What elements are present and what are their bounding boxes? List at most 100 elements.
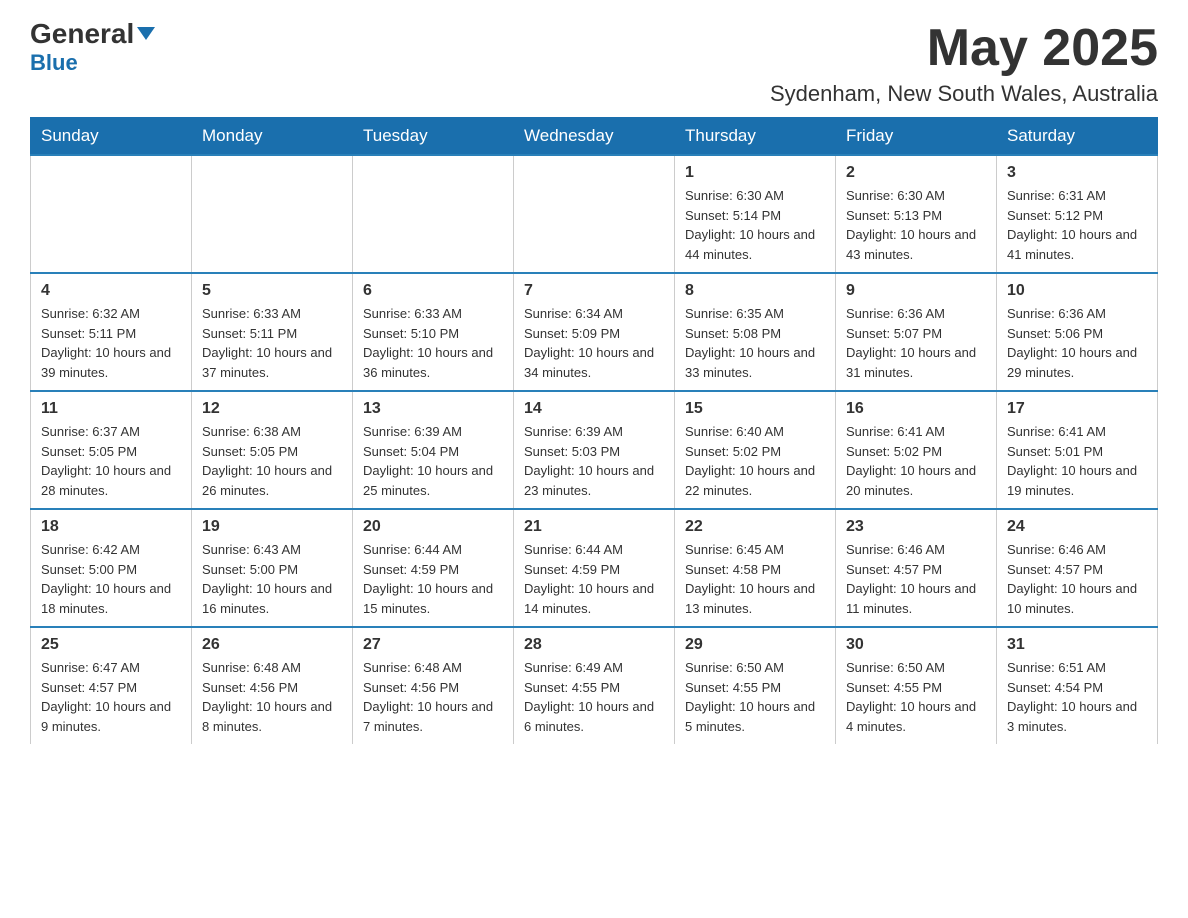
daylight-text: Daylight: 10 hours and 37 minutes. [202,345,332,380]
sunrise-text: Sunrise: 6:44 AM [363,542,462,557]
day-number: 6 [363,282,503,300]
logo-triangle-icon [137,27,155,40]
calendar-day-cell: 25Sunrise: 6:47 AMSunset: 4:57 PMDayligh… [31,627,192,744]
sunrise-text: Sunrise: 6:48 AM [363,660,462,675]
sunrise-text: Sunrise: 6:33 AM [363,306,462,321]
day-info: Sunrise: 6:42 AMSunset: 5:00 PMDaylight:… [41,540,181,618]
day-of-week-header: Thursday [675,118,836,156]
daylight-text: Daylight: 10 hours and 28 minutes. [41,463,171,498]
day-number: 27 [363,636,503,654]
page-header: General Blue May 2025 Sydenham, New Sout… [30,20,1158,107]
day-number: 29 [685,636,825,654]
day-info: Sunrise: 6:48 AMSunset: 4:56 PMDaylight:… [202,658,342,736]
calendar-week-row: 1Sunrise: 6:30 AMSunset: 5:14 PMDaylight… [31,155,1158,273]
day-info: Sunrise: 6:48 AMSunset: 4:56 PMDaylight:… [363,658,503,736]
calendar-week-row: 11 Sunrise: 6:37 AMSunset: 5:05 PMDayligh… [31,391,1158,509]
sunset-text: Sunset: 5:13 PM [846,208,942,223]
daylight-text: Daylight: 10 hours and 6 minutes. [524,699,654,734]
day-info: Sunrise: 6:39 AMSunset: 5:04 PMDaylight:… [363,422,503,500]
daylight-text: Daylight: 10 hours and 25 minutes. [363,463,493,498]
day-info: Sunrise: 6:35 AMSunset: 5:08 PMDaylight:… [685,304,825,382]
calendar-day-cell: 24Sunrise: 6:46 AMSunset: 4:57 PMDayligh… [997,509,1158,627]
sunrise-text: Sunrise: 6:50 AM [846,660,945,675]
day-number: 21 [524,518,664,536]
daylight-text: Daylight: 10 hours and 44 minutes. [685,227,815,262]
sunset-text: Sunset: 5:01 PM [1007,444,1103,459]
daylight-text: Daylight: 10 hours and 11 minutes. [846,581,976,616]
sunset-text: Sunset: 5:10 PM [363,326,459,341]
sunrise-text: Sunrise: 6:30 AM [685,188,784,203]
sunset-text: Sunset: 5:05 PM [41,444,137,459]
daylight-text: Daylight: 10 hours and 26 minutes. [202,463,332,498]
day-number: 4 [41,282,181,300]
daylight-text: Daylight: 10 hours and 7 minutes. [363,699,493,734]
sunset-text: Sunset: 4:55 PM [524,680,620,695]
sunrise-text: Sunrise: 6:46 AM [1007,542,1106,557]
day-info: Sunrise: 6:43 AMSunset: 5:00 PMDaylight:… [202,540,342,618]
sunrise-text: Sunrise: 6:47 AM [41,660,140,675]
sunrise-text: Sunrise: 6:33 AM [202,306,301,321]
sunrise-text: Sunrise: 6:35 AM [685,306,784,321]
sunset-text: Sunset: 5:11 PM [41,326,136,341]
calendar-day-cell: 14Sunrise: 6:39 AMSunset: 5:03 PMDayligh… [514,391,675,509]
daylight-text: Daylight: 10 hours and 3 minutes. [1007,699,1137,734]
day-number: 22 [685,518,825,536]
day-number: 11 [41,400,181,418]
sunrise-text: Sunrise: 6:36 AM [846,306,945,321]
sunrise-text: Sunrise: 6:34 AM [524,306,623,321]
sunset-text: Sunset: 5:14 PM [685,208,781,223]
calendar-day-cell: 20Sunrise: 6:44 AMSunset: 4:59 PMDayligh… [353,509,514,627]
day-number: 3 [1007,164,1147,182]
sunset-text: Sunset: 5:05 PM [202,444,298,459]
daylight-text: Daylight: 10 hours and 34 minutes. [524,345,654,380]
sunset-text: Sunset: 5:09 PM [524,326,620,341]
day-of-week-header: Saturday [997,118,1158,156]
calendar-day-cell: 1Sunrise: 6:30 AMSunset: 5:14 PMDaylight… [675,155,836,273]
daylight-text: Daylight: 10 hours and 33 minutes. [685,345,815,380]
calendar-day-cell: 13 Sunrise: 6:39 AMSunset: 5:04 PMDayligh… [353,391,514,509]
sunrise-text: Sunrise: 6:32 AM [41,306,140,321]
sunset-text: Sunset: 4:54 PM [1007,680,1103,695]
day-info: Sunrise: 6:34 AM Sunset: 5:09 PM Daylight:… [524,304,664,382]
calendar-day-cell [353,155,514,273]
day-number: 25 [41,636,181,654]
sunrise-text: Sunrise: 6:41 AM [1007,424,1106,439]
day-number: 13 [363,400,503,418]
logo-blue-text: Blue [30,50,78,76]
calendar-day-cell: 28Sunrise: 6:49 AMSunset: 4:55 PMDayligh… [514,627,675,744]
calendar-day-cell: 21Sunrise: 6:44 AMSunset: 4:59 PMDayligh… [514,509,675,627]
calendar-day-cell: 15Sunrise: 6:40 AMSunset: 5:02 PMDayligh… [675,391,836,509]
calendar-day-cell: 16Sunrise: 6:41 AMSunset: 5:02 PMDayligh… [836,391,997,509]
location-title: Sydenham, New South Wales, Australia [770,81,1158,107]
logo-text: General [30,20,155,48]
daylight-text: Daylight: 10 hours and 9 minutes. [41,699,171,734]
daylight-text: Daylight: 10 hours and 41 minutes. [1007,227,1137,262]
calendar-week-row: 25Sunrise: 6:47 AMSunset: 4:57 PMDayligh… [31,627,1158,744]
calendar-day-cell: 3 Sunrise: 6:31 AMSunset: 5:12 PMDaylight… [997,155,1158,273]
sunrise-text: Sunrise: 6:42 AM [41,542,140,557]
sunrise-text: Sunrise: 6:36 AM [1007,306,1106,321]
sunset-text: Sunset: 4:59 PM [363,562,459,577]
day-info: Sunrise: 6:38 AM Sunset: 5:05 PM Daylight:… [202,422,342,500]
day-info: Sunrise: 6:31 AMSunset: 5:12 PMDaylight:… [1007,186,1147,264]
day-info: Sunrise: 6:37 AMSunset: 5:05 PMDaylight:… [41,422,181,500]
calendar-day-cell: 19Sunrise: 6:43 AMSunset: 5:00 PMDayligh… [192,509,353,627]
calendar-day-cell: 6Sunrise: 6:33 AMSunset: 5:10 PMDaylight… [353,273,514,391]
logo: General Blue [30,20,155,76]
daylight-text: Daylight: 10 hours and 13 minutes. [685,581,815,616]
sunrise-text: Sunrise: 6:38 AM [202,424,301,439]
sunrise-text: Sunrise: 6:31 AM [1007,188,1106,203]
daylight-text: Daylight: 10 hours and 19 minutes. [1007,463,1137,498]
sunset-text: Sunset: 5:11 PM [202,326,297,341]
day-info: Sunrise: 6:30 AMSunset: 5:13 PMDaylight:… [846,186,986,264]
calendar-day-cell [31,155,192,273]
calendar-day-cell: 8Sunrise: 6:35 AMSunset: 5:08 PMDaylight… [675,273,836,391]
day-info: Sunrise: 6:39 AMSunset: 5:03 PMDaylight:… [524,422,664,500]
sunset-text: Sunset: 5:03 PM [524,444,620,459]
calendar-day-cell: 2Sunrise: 6:30 AMSunset: 5:13 PMDaylight… [836,155,997,273]
calendar-day-cell [514,155,675,273]
day-number: 28 [524,636,664,654]
sunset-text: Sunset: 5:00 PM [41,562,137,577]
day-info: Sunrise: 6:36 AMSunset: 5:07 PMDaylight:… [846,304,986,382]
day-of-week-header: Tuesday [353,118,514,156]
